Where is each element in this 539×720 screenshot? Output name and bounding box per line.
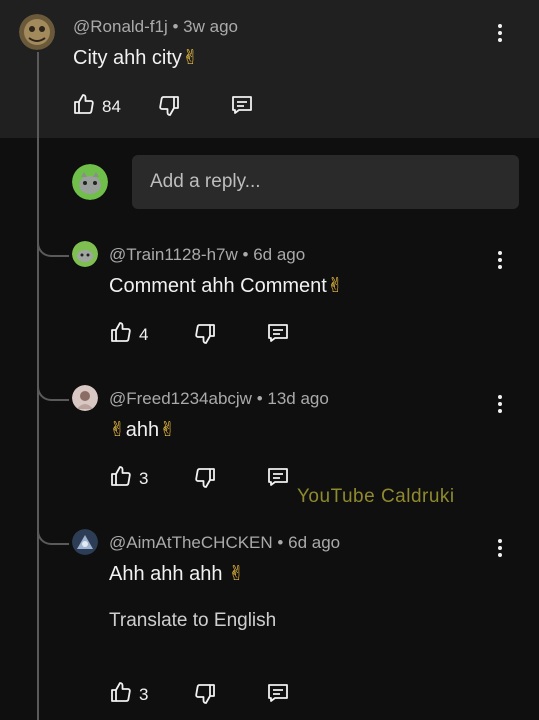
reply-meta: @Freed1234abcjw • 13d ago bbox=[109, 389, 329, 409]
thumbs-down-icon[interactable] bbox=[193, 322, 217, 346]
comment-meta: @Ronald-f1j • 3w ago bbox=[73, 17, 238, 37]
author-handle[interactable]: @Train1128-h7w bbox=[109, 245, 238, 264]
like-count: 84 bbox=[102, 97, 121, 116]
reply-text-content: Ahh ahh ahh bbox=[109, 563, 228, 585]
separator: • bbox=[172, 17, 179, 36]
comment-age: 3w ago bbox=[183, 17, 238, 36]
reply-comment-icon[interactable] bbox=[230, 93, 254, 117]
watermark: YouTube Caldruki bbox=[297, 486, 455, 507]
comment-age: 13d ago bbox=[267, 389, 329, 408]
translate-link[interactable]: Translate to English bbox=[109, 610, 276, 632]
avatar-aimatthechcken[interactable] bbox=[72, 529, 98, 555]
avatar-freed1234[interactable] bbox=[72, 385, 98, 411]
more-vertical-icon[interactable] bbox=[490, 246, 510, 274]
comment-age: 6d ago bbox=[288, 533, 341, 552]
reply-meta: @AimAtTheCHCKEN • 6d ago bbox=[109, 533, 340, 553]
author-handle[interactable]: @Freed1234abcjw bbox=[109, 389, 252, 408]
victory-hand-emoji: ✌ bbox=[109, 417, 126, 441]
like-count: 4 bbox=[139, 325, 149, 344]
comment-text-content: City ahh city bbox=[73, 47, 182, 69]
thumbs-down-icon[interactable] bbox=[193, 682, 217, 706]
thumbs-up-icon[interactable] bbox=[109, 680, 133, 704]
victory-hand-emoji: ✌ bbox=[181, 45, 199, 69]
reply-meta: @Train1128-h7w • 6d ago bbox=[109, 245, 305, 265]
reply-text-content: ahh bbox=[125, 419, 160, 441]
comment-text: City ahh city✌ bbox=[73, 45, 199, 70]
thread-branch bbox=[37, 527, 69, 545]
author-handle[interactable]: @AimAtTheCHCKEN bbox=[109, 533, 273, 552]
comment-age: 6d ago bbox=[253, 245, 306, 264]
thumbs-up-icon[interactable] bbox=[109, 464, 133, 488]
reply-input[interactable]: Add a reply... bbox=[132, 155, 519, 209]
reply-comment-icon[interactable] bbox=[266, 465, 290, 489]
separator: • bbox=[277, 533, 284, 552]
reply-text-content: Comment ahh Comment bbox=[109, 275, 327, 297]
reply-text: ✌ahh✌ bbox=[109, 417, 176, 442]
thumbs-down-icon[interactable] bbox=[193, 466, 217, 490]
current-user-avatar bbox=[72, 164, 108, 200]
more-vertical-icon[interactable] bbox=[490, 534, 510, 562]
separator: • bbox=[242, 245, 249, 264]
thumbs-up-icon[interactable] bbox=[109, 320, 133, 344]
author-handle[interactable]: @Ronald-f1j bbox=[73, 17, 168, 36]
thread-branch bbox=[37, 239, 69, 257]
thumbs-up-icon[interactable] bbox=[72, 92, 96, 116]
reply-text: Comment ahh Comment✌ bbox=[109, 273, 344, 298]
reply-comment-icon[interactable] bbox=[266, 681, 290, 705]
thread-branch bbox=[37, 383, 69, 401]
victory-hand-emoji: ✌ bbox=[326, 273, 344, 297]
victory-hand-emoji: ✌ bbox=[159, 417, 176, 441]
reply-comment-icon[interactable] bbox=[266, 321, 290, 345]
thumbs-down-icon[interactable] bbox=[157, 94, 181, 118]
reply-text: Ahh ahh ahh ✌ bbox=[109, 561, 245, 586]
victory-hand-emoji: ✌ bbox=[228, 561, 245, 585]
more-vertical-icon[interactable] bbox=[490, 390, 510, 418]
avatar-ronald[interactable] bbox=[19, 14, 55, 50]
avatar-train1128[interactable] bbox=[72, 241, 98, 267]
like-count: 3 bbox=[139, 469, 149, 488]
more-vertical-icon[interactable] bbox=[490, 19, 510, 47]
like-count: 3 bbox=[139, 685, 149, 704]
separator: • bbox=[256, 389, 263, 408]
